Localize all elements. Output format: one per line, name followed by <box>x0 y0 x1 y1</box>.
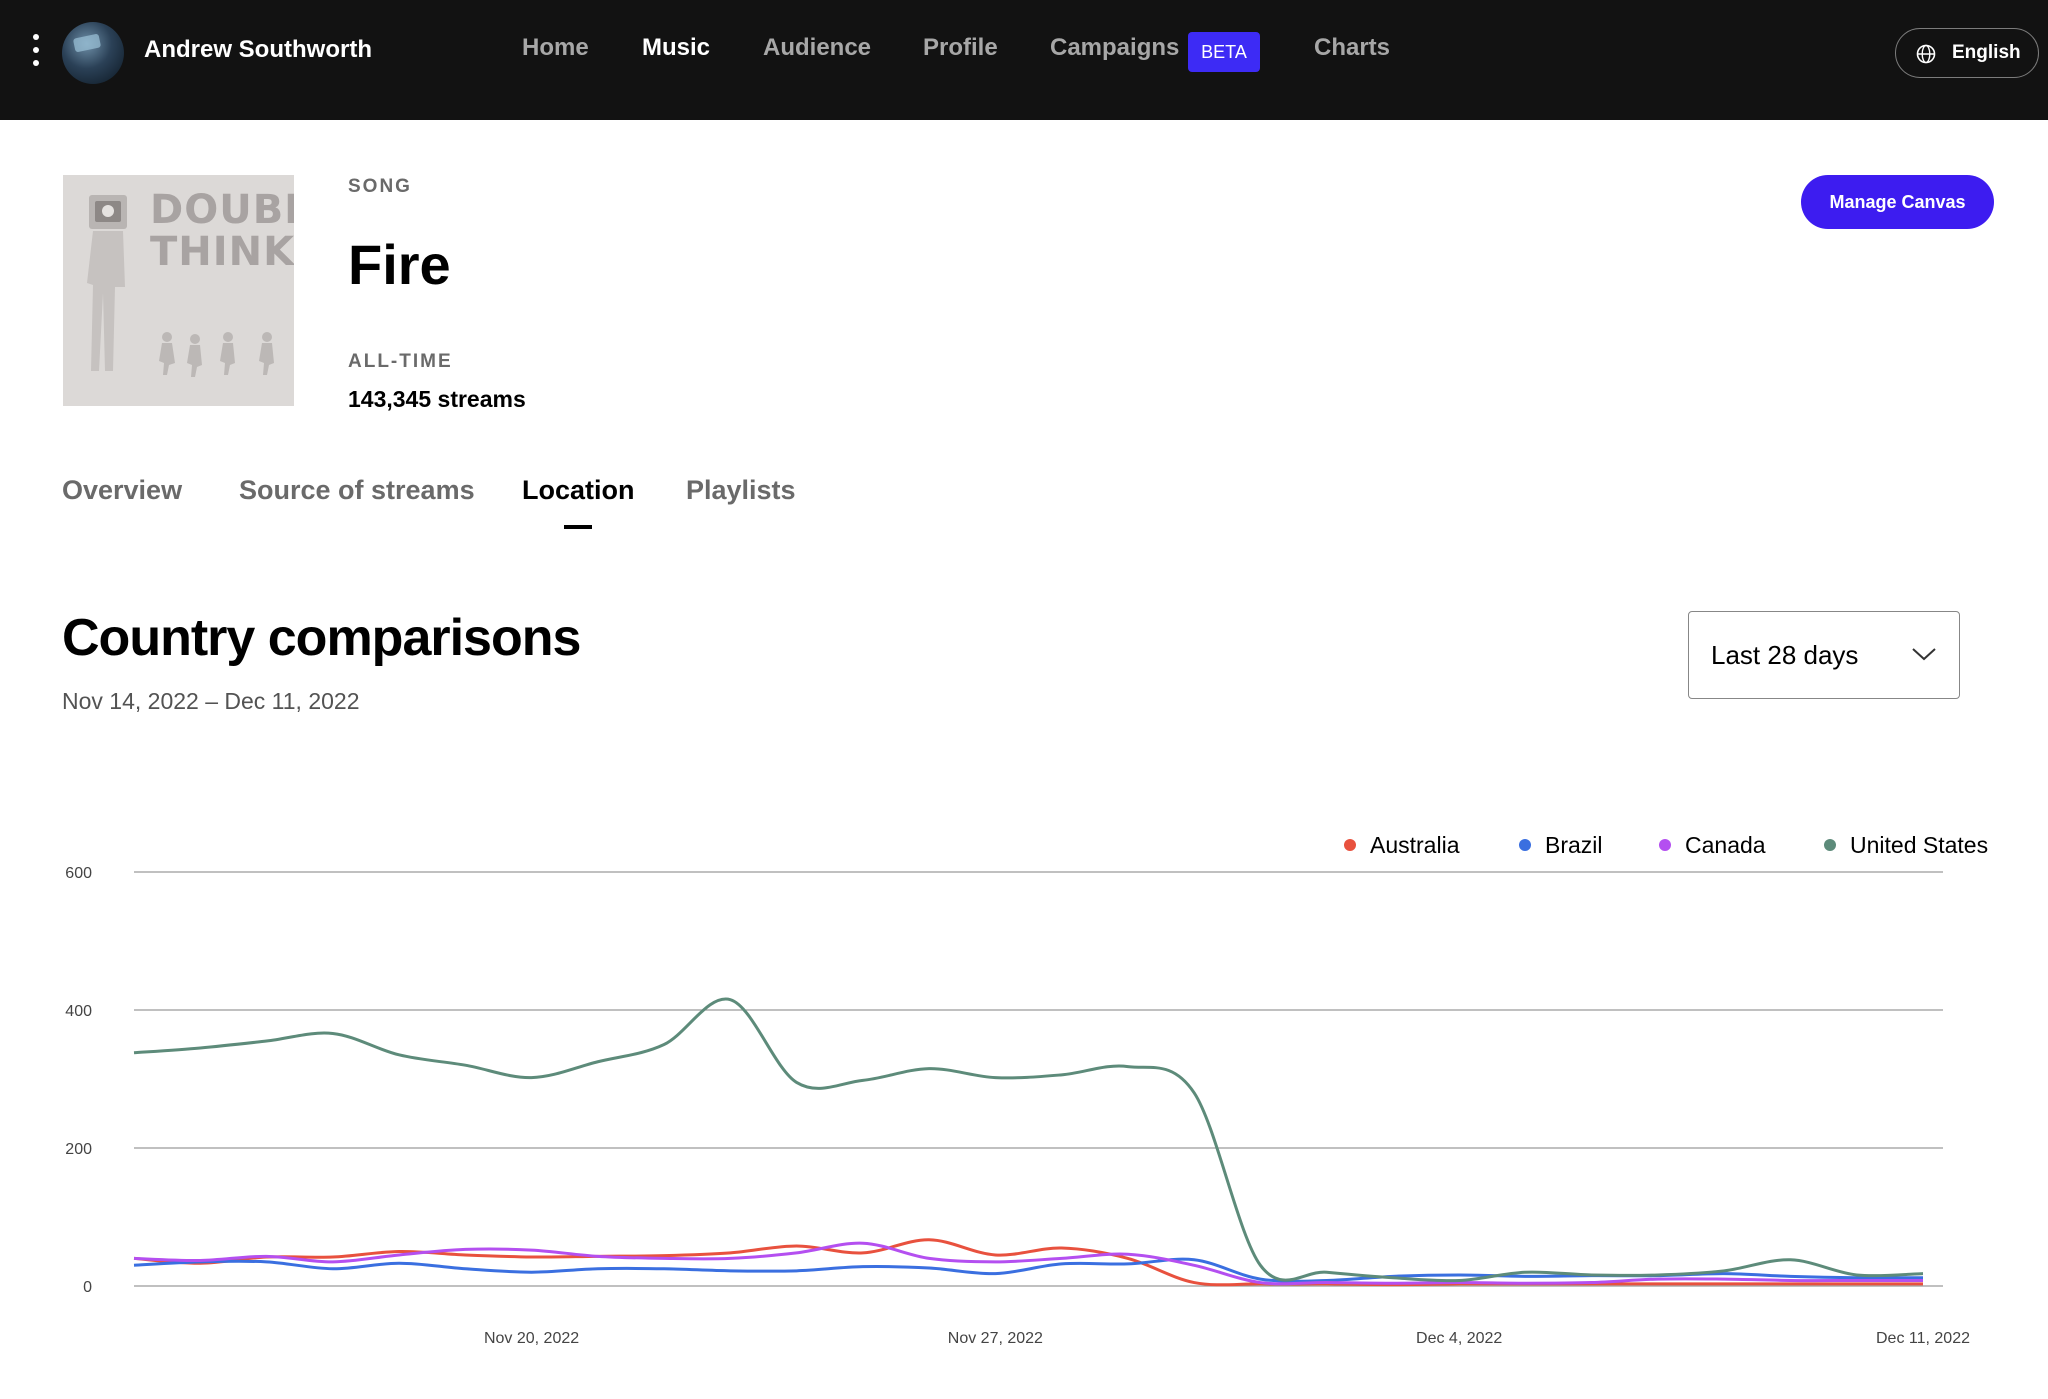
x-tick-label: Nov 27, 2022 <box>948 1330 1043 1347</box>
x-tick-label: Nov 20, 2022 <box>484 1330 579 1347</box>
series-line-united-states <box>133 997 1924 1283</box>
country-comparison-chart: 0 200 400 600 Nov 20, 2022 Nov 27, 2022 Dec 4,… <box>65 865 1970 1347</box>
y-tick-label: 400 <box>65 1003 92 1020</box>
y-tick-label: 600 <box>65 865 92 882</box>
x-tick-label: Dec 4, 2022 <box>1416 1330 1502 1347</box>
y-tick-label: 200 <box>65 1141 92 1158</box>
y-tick-label: 0 <box>83 1279 92 1296</box>
x-tick-label: Dec 11, 2022 <box>1876 1330 1970 1347</box>
